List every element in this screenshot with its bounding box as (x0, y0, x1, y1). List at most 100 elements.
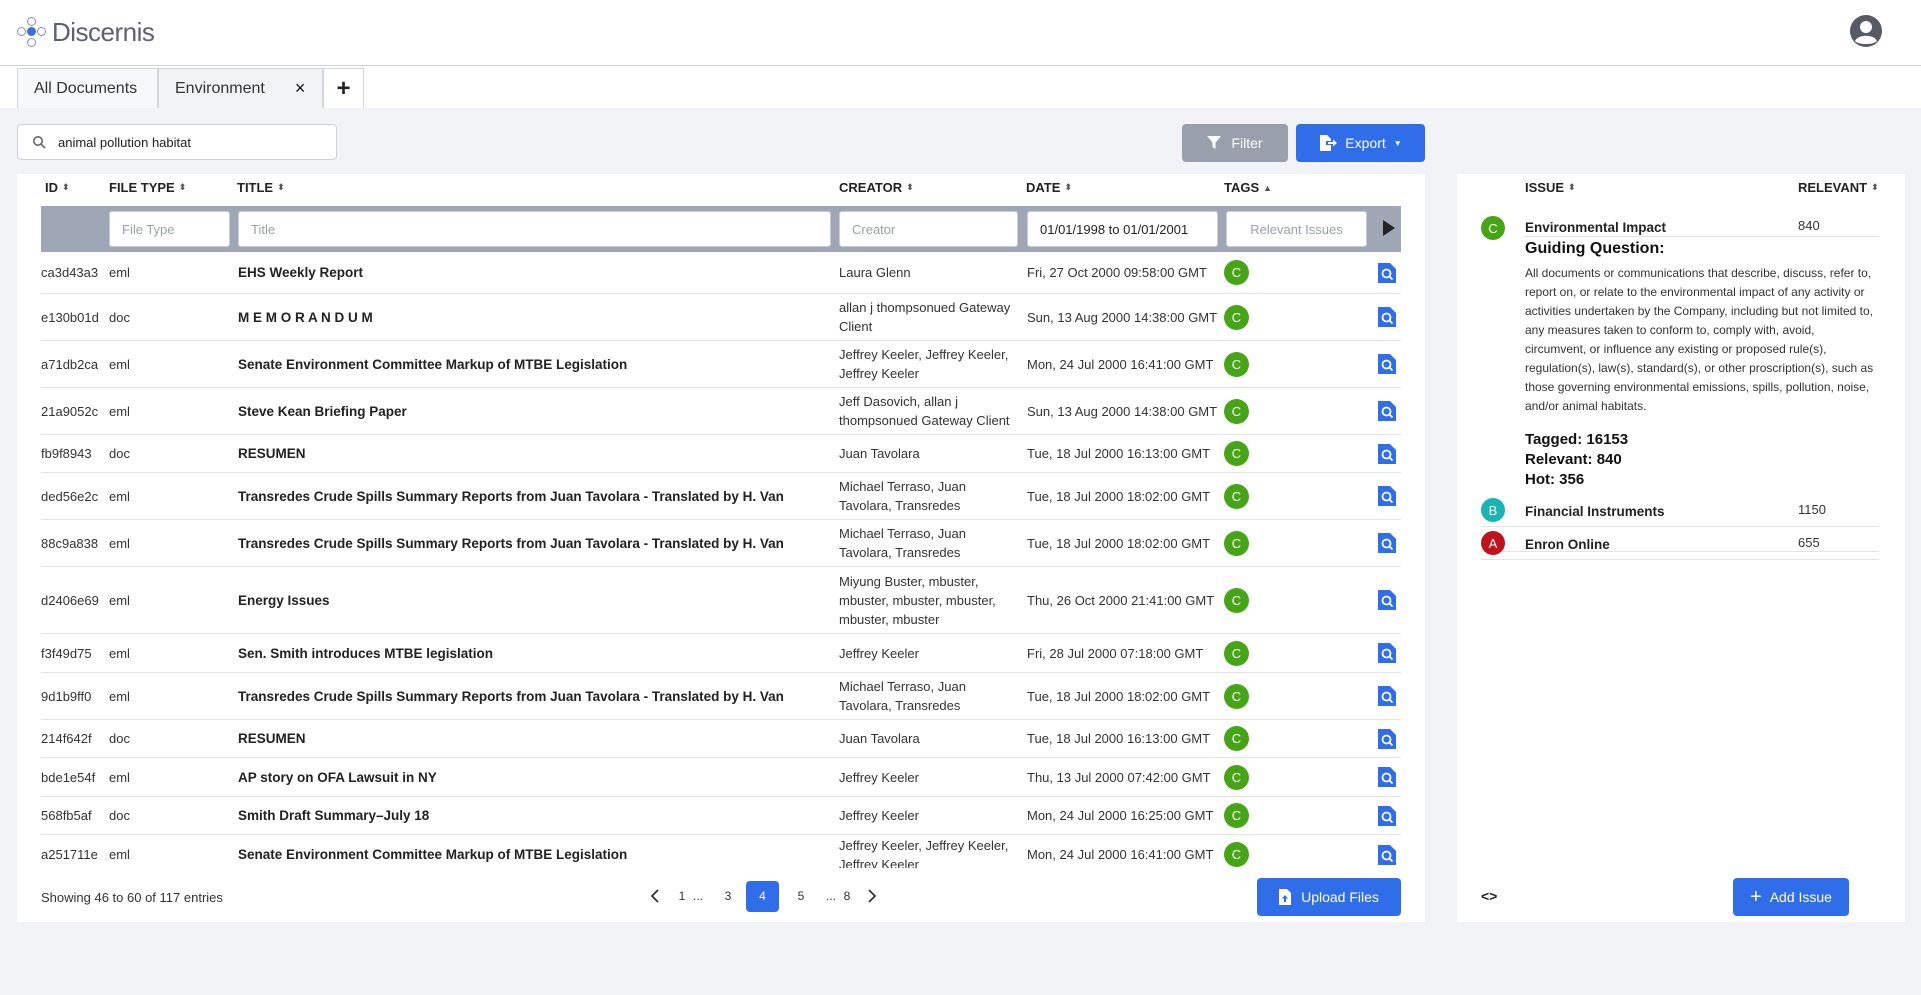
view-document-icon[interactable] (1378, 401, 1396, 421)
document-title[interactable]: RESUMEN (238, 435, 306, 472)
table-row[interactable]: ca3d43a3 eml EHS Weekly Report Laura Glenn F… (41, 252, 1401, 294)
user-avatar-icon[interactable] (1849, 14, 1883, 48)
view-document-icon[interactable] (1378, 844, 1396, 865)
view-cell (1378, 520, 1396, 566)
issue-tag-badge[interactable]: C (1224, 803, 1249, 828)
document-title[interactable]: AP story on OFA Lawsuit in NY (238, 758, 437, 796)
add-issue-button[interactable]: + Add Issue (1733, 878, 1849, 916)
view-document-icon[interactable] (1378, 686, 1396, 706)
title-filter-input[interactable]: Title (238, 211, 831, 247)
table-row[interactable]: fb9f8943 doc RESUMEN Juan Tavolara Tue, 18 J… (41, 435, 1401, 473)
issue-tag-badge[interactable]: C (1224, 726, 1249, 751)
view-document-icon[interactable] (1378, 354, 1396, 374)
document-date: Fri, 27 Oct 2000 09:58:00 GMT (1027, 265, 1207, 280)
document-title[interactable]: Transredes Crude Spills Summary Reports … (238, 673, 784, 719)
table-row[interactable]: a71db2ca eml Senate Environment Committee … (41, 341, 1401, 388)
code-toggle-icon[interactable]: <> (1481, 888, 1497, 904)
document-title[interactable]: M E M O R A N D U M (238, 294, 373, 340)
tab-environment[interactable]: Environment × (158, 68, 323, 108)
column-header-file-type[interactable]: FILE TYPE ⬍ (109, 180, 186, 195)
table-row[interactable]: 9d1b9ff0 eml Transredes Crude Spills Summa… (41, 673, 1401, 720)
document-title[interactable]: RESUMEN (238, 720, 306, 757)
issue-row-financial-instruments[interactable]: B Financial Instruments 1150 (1481, 494, 1879, 527)
issue-tag-badge[interactable]: C (1224, 842, 1249, 867)
page-link[interactable]: 8 (839, 889, 855, 903)
play-icon[interactable] (1383, 220, 1395, 236)
table-row[interactable]: e130b01d doc M E M O R A N D U M allan j th… (41, 294, 1401, 341)
document-title[interactable]: Senate Environment Committee Markup of M… (238, 835, 627, 868)
issue-tag-badge[interactable]: C (1224, 587, 1249, 613)
document-title[interactable]: Senate Environment Committee Markup of M… (238, 341, 627, 387)
table-row[interactable]: bde1e54f eml AP story on OFA Lawsuit in NY… (41, 758, 1401, 797)
column-header-tags[interactable]: TAGS ▲ (1224, 180, 1272, 195)
view-document-icon[interactable] (1378, 486, 1396, 506)
table-row[interactable]: 88c9a838 eml Transredes Crude Spills Summa… (41, 520, 1401, 567)
document-title[interactable]: EHS Weekly Report (238, 252, 363, 293)
column-header-id[interactable]: ID ⬍ (45, 180, 70, 195)
view-document-icon[interactable] (1378, 767, 1396, 787)
close-icon[interactable]: × (295, 78, 306, 99)
issue-tag-badge[interactable]: C (1224, 304, 1249, 330)
table-row[interactable]: d2406e69 eml Energy Issues Miyung Buster, m… (41, 567, 1401, 634)
issue-row-enron-online[interactable]: A Enron Online 655 (1481, 527, 1879, 560)
column-header-issue[interactable]: ISSUE ⬍ (1525, 180, 1576, 195)
view-document-icon[interactable] (1378, 728, 1396, 749)
issue-tag-badge[interactable]: C (1224, 530, 1249, 556)
page-link[interactable]: 1 (674, 889, 690, 903)
page-ellipsis: ... (825, 889, 836, 903)
page-link-current[interactable]: 4 (746, 880, 779, 912)
file-type: eml (109, 265, 130, 280)
document-creator: Jeffrey Keeler (839, 645, 919, 661)
document-title[interactable]: Steve Kean Briefing Paper (238, 388, 407, 434)
column-header-creator[interactable]: CREATOR ⬍ (839, 180, 914, 195)
upload-files-button[interactable]: Upload Files (1257, 878, 1401, 916)
tab-all-documents[interactable]: All Documents (17, 68, 158, 108)
export-button[interactable]: Export ▼ (1296, 124, 1425, 162)
page-link[interactable]: 5 (793, 889, 809, 903)
document-date: Tue, 18 Jul 2000 18:02:00 GMT (1027, 535, 1211, 551)
table-row[interactable]: 214f642f doc RESUMEN Juan Tavolara Tue, 18 J… (41, 720, 1401, 758)
view-document-icon[interactable] (1378, 443, 1396, 464)
document-title[interactable]: Smith Draft Summary–July 18 (238, 797, 429, 834)
document-date: Sun, 13 Aug 2000 14:38:00 GMT (1027, 309, 1218, 325)
column-header-date[interactable]: DATE ⬍ (1026, 180, 1072, 195)
chevron-right-icon[interactable] (867, 889, 877, 903)
filter-button[interactable]: Filter (1182, 124, 1288, 162)
app-logo[interactable]: Discernis (16, 14, 155, 50)
view-document-icon[interactable] (1378, 533, 1396, 553)
table-row[interactable]: 568fb5af doc Smith Draft Summary–July 18 Je… (41, 797, 1401, 835)
issue-tag-badge[interactable]: C (1224, 683, 1249, 709)
chevron-left-icon[interactable] (650, 889, 660, 903)
table-header: ID ⬍ FILE TYPE ⬍ TITLE ⬍ CREATOR ⬍ DATE ⬍ TAG… (41, 174, 1417, 206)
tags-filter-input[interactable]: Relevant Issues (1226, 211, 1367, 247)
view-document-icon[interactable] (1378, 643, 1396, 663)
table-row[interactable]: 21a9052c eml Steve Kean Briefing Paper Jeff… (41, 388, 1401, 435)
document-title[interactable]: Energy Issues (238, 567, 330, 633)
view-document-icon[interactable] (1378, 805, 1396, 826)
file-type-filter-input[interactable]: File Type (109, 211, 230, 247)
issue-tag-badge[interactable]: C (1224, 441, 1249, 466)
issue-tag-badge[interactable]: C (1224, 398, 1249, 424)
issue-tag-badge[interactable]: C (1224, 764, 1249, 790)
issue-tag-badge[interactable]: C (1224, 483, 1249, 509)
page-link[interactable]: 3 (720, 889, 736, 903)
document-title[interactable]: Sen. Smith introduces MTBE legislation (238, 634, 493, 672)
issue-tag-badge[interactable]: C (1224, 260, 1249, 285)
column-header-title[interactable]: TITLE ⬍ (237, 180, 285, 195)
table-row[interactable]: f3f49d75 eml Sen. Smith introduces MTBE le… (41, 634, 1401, 673)
upload-label: Upload Files (1301, 889, 1379, 905)
table-row[interactable]: a251711e eml Senate Environment Committee … (41, 835, 1401, 868)
view-document-icon[interactable] (1378, 262, 1396, 283)
issue-tag-badge[interactable]: C (1224, 351, 1249, 377)
issue-tag-badge[interactable]: C (1224, 640, 1249, 666)
search-input[interactable] (58, 134, 318, 150)
document-title[interactable]: Transredes Crude Spills Summary Reports … (238, 520, 784, 566)
date-range-filter-input[interactable]: 01/01/1998 to 01/01/2001 (1027, 211, 1218, 247)
view-document-icon[interactable] (1378, 307, 1396, 327)
document-title[interactable]: Transredes Crude Spills Summary Reports … (238, 473, 784, 519)
add-tab-button[interactable]: + (323, 68, 364, 108)
column-header-relevant[interactable]: RELEVANT ⬍ (1798, 180, 1879, 195)
table-row[interactable]: ded56e2c eml Transredes Crude Spills Summa… (41, 473, 1401, 520)
view-document-icon[interactable] (1378, 590, 1396, 610)
creator-filter-input[interactable]: Creator (839, 211, 1018, 247)
